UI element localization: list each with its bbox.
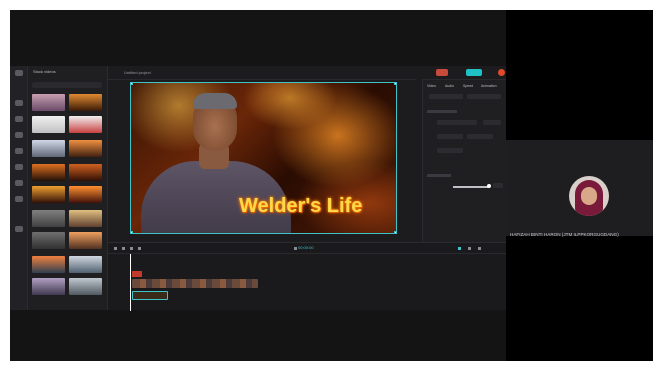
tab-video[interactable]: Video [427, 84, 436, 88]
stock-thumb[interactable] [69, 94, 102, 111]
resize-handle[interactable] [394, 83, 396, 85]
participant-tile[interactable]: HAFIZAH BINTI HARON (JTM ILPPKORGUGDANG) [506, 140, 653, 237]
search-input[interactable] [32, 82, 102, 88]
stock-thumb[interactable] [32, 164, 65, 181]
stock-thumb[interactable] [32, 186, 65, 203]
clip-label-marker[interactable] [132, 271, 142, 277]
section-heading [427, 110, 457, 113]
audio-icon[interactable] [15, 116, 23, 122]
left-nav-rail [10, 66, 28, 310]
stock-thumb[interactable] [69, 186, 102, 203]
undo-icon[interactable] [114, 247, 117, 250]
zoom-in-icon[interactable] [478, 247, 481, 250]
redo-icon[interactable] [122, 247, 125, 250]
stock-thumb[interactable] [32, 256, 65, 273]
screen-share: Stock videos Untitled project Welder's L… [10, 10, 506, 361]
media-icon[interactable] [15, 100, 23, 106]
slider-handle[interactable] [487, 184, 491, 188]
stock-thumb[interactable] [32, 94, 65, 111]
project-name[interactable]: Untitled project [124, 70, 151, 75]
stock-thumb[interactable] [69, 164, 102, 181]
section-heading [427, 174, 451, 177]
avatar [569, 176, 609, 216]
resize-handle[interactable] [131, 83, 133, 85]
opacity-value[interactable] [493, 183, 503, 188]
rotate-field[interactable] [437, 148, 463, 153]
stock-thumb[interactable] [32, 210, 65, 227]
delete-icon[interactable] [138, 247, 141, 250]
mask-toggle[interactable] [467, 94, 501, 99]
effects-icon[interactable] [15, 164, 23, 170]
stock-thumb[interactable] [32, 116, 65, 133]
scale-value[interactable] [483, 120, 501, 125]
editor-top-actions [422, 66, 506, 80]
scale-slider[interactable] [437, 120, 477, 125]
avatar-face [581, 187, 597, 205]
timecode: 00:00:00 [298, 245, 314, 250]
tab-audio[interactable]: Audio [445, 84, 454, 88]
filters-icon[interactable] [15, 196, 23, 202]
stock-thumb[interactable] [69, 256, 102, 273]
stock-thumb[interactable] [69, 278, 102, 295]
playhead[interactable] [130, 254, 131, 311]
video-editor: Stock videos Untitled project Welder's L… [10, 66, 506, 311]
magnet-icon[interactable] [458, 247, 461, 250]
tab-speed[interactable]: Speed [463, 84, 473, 88]
record-icon[interactable] [436, 69, 448, 76]
transitions-icon[interactable] [15, 180, 23, 186]
play-icon[interactable] [294, 247, 297, 250]
resize-handle[interactable] [394, 231, 396, 233]
avatar-icon[interactable] [498, 69, 505, 76]
export-button[interactable] [466, 69, 482, 76]
person-cap [193, 93, 237, 109]
stickers-icon[interactable] [15, 148, 23, 154]
text-icon[interactable] [15, 132, 23, 138]
menu-icon[interactable] [15, 70, 23, 76]
meeting-window: Stock videos Untitled project Welder's L… [10, 10, 653, 361]
video-preview[interactable]: Welder's Life [130, 82, 397, 234]
tab-animation[interactable]: Animation [481, 84, 497, 88]
participant-name: HAFIZAH BINTI HARON (JTM ILPPKORGUGDANG) [510, 232, 619, 237]
timeline: 00:00:00 [108, 242, 506, 311]
video-clip[interactable] [132, 279, 258, 288]
zoom-out-icon[interactable] [468, 247, 471, 250]
basic-toggle[interactable] [429, 94, 463, 99]
split-icon[interactable] [130, 247, 133, 250]
panel-title: Stock videos [33, 69, 56, 74]
text-clip[interactable] [132, 291, 168, 300]
position-y-field[interactable] [467, 134, 493, 139]
stock-thumb[interactable] [32, 140, 65, 157]
position-x-field[interactable] [437, 134, 463, 139]
stock-thumb[interactable] [69, 140, 102, 157]
stock-thumb[interactable] [32, 232, 65, 249]
media-panel: Stock videos [28, 66, 108, 310]
title-overlay-text[interactable]: Welder's Life [239, 195, 362, 218]
stock-thumb[interactable] [69, 210, 102, 227]
stock-thumb[interactable] [32, 278, 65, 295]
opacity-slider[interactable] [453, 186, 489, 188]
stock-thumb[interactable] [69, 232, 102, 249]
stock-thumb[interactable] [69, 116, 102, 133]
timeline-toolbar: 00:00:00 [108, 243, 506, 254]
editor-top-bar: Untitled project [108, 66, 416, 80]
resize-handle[interactable] [131, 231, 133, 233]
settings-icon[interactable] [15, 226, 23, 232]
